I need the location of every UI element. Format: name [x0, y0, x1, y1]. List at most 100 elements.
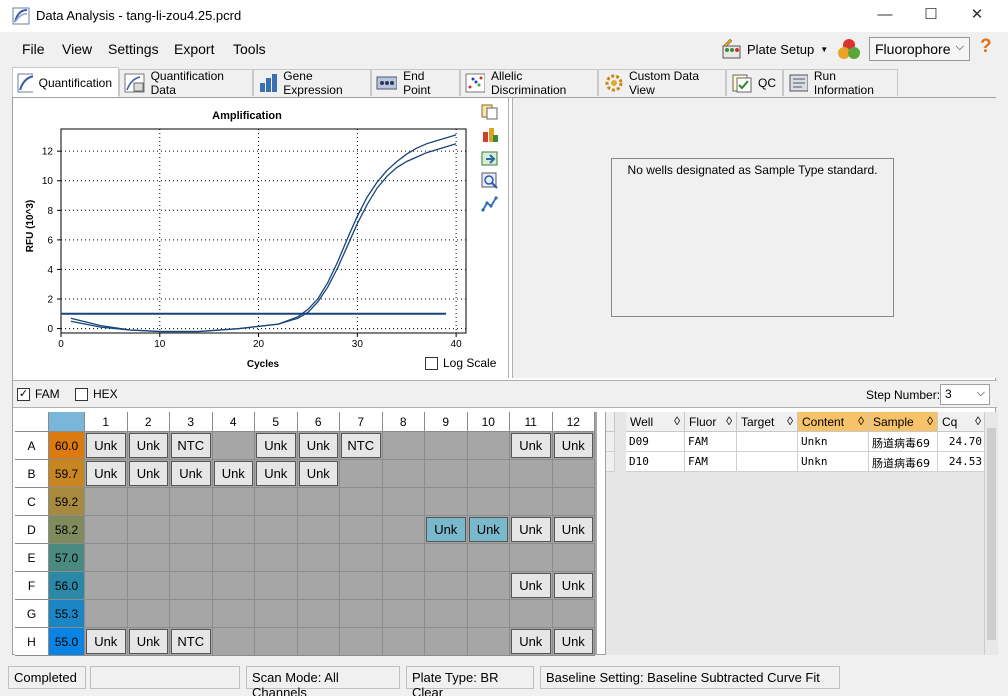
well-B4[interactable]: Unk [213, 461, 253, 486]
plate-well[interactable] [510, 600, 553, 628]
plate-well[interactable]: Unk [127, 460, 170, 488]
plate-well[interactable]: Unk [297, 432, 340, 460]
plate-well[interactable]: Unk [170, 460, 213, 488]
plate-well[interactable] [467, 572, 510, 600]
close-button[interactable]: ✕ [954, 0, 1000, 30]
menu-view[interactable]: View [62, 41, 92, 57]
column-header-well[interactable]: Well ◊ [626, 412, 685, 432]
fluorophore-select[interactable]: Fluorophore ⌵ [869, 37, 970, 61]
plate-well[interactable] [510, 460, 553, 488]
well-F11[interactable]: Unk [511, 573, 551, 598]
well-D10[interactable]: Unk [468, 517, 508, 542]
table-cell-fluor[interactable]: FAM [685, 452, 737, 472]
plate-well[interactable]: Unk [510, 628, 553, 656]
well-B6[interactable]: Unk [298, 461, 338, 486]
plate-well[interactable] [127, 572, 170, 600]
tab-qc[interactable]: QC [726, 69, 783, 96]
plate-column-header[interactable]: 6 [297, 412, 340, 432]
plate-well[interactable] [212, 516, 255, 544]
well-H11[interactable]: Unk [511, 629, 551, 654]
plate-well[interactable] [127, 488, 170, 516]
chart-colors-icon[interactable] [481, 126, 499, 144]
plate-well[interactable] [85, 572, 128, 600]
plate-well[interactable]: Unk [297, 460, 340, 488]
plate-column-header[interactable]: 9 [425, 412, 468, 432]
plate-well[interactable] [212, 544, 255, 572]
plate-well[interactable] [425, 544, 468, 572]
row-selector[interactable] [606, 452, 615, 472]
plate-well[interactable] [85, 600, 128, 628]
plate-well[interactable]: Unk [552, 628, 595, 656]
plate-well[interactable] [170, 544, 213, 572]
plate-well[interactable] [467, 544, 510, 572]
plate-row-header[interactable]: D [15, 516, 49, 544]
well-D11[interactable]: Unk [511, 517, 551, 542]
plate-well[interactable] [340, 572, 383, 600]
menu-export[interactable]: Export [174, 41, 214, 57]
well-A11[interactable]: Unk [511, 433, 551, 458]
well-A2[interactable]: Unk [128, 433, 168, 458]
plate-well[interactable]: NTC [170, 432, 213, 460]
plate-well[interactable] [510, 544, 553, 572]
step-number-select[interactable]: 3 ⌵ [940, 384, 990, 405]
sort-icon[interactable]: ◊ [787, 414, 793, 428]
trace-styles-icon[interactable] [481, 195, 499, 213]
plate-well[interactable] [297, 516, 340, 544]
column-header-fluor[interactable]: Fluor ◊ [685, 412, 737, 432]
plate-column-header[interactable]: 1 [85, 412, 128, 432]
column-header-cq[interactable]: Cq ◊ [938, 412, 986, 432]
plate-well[interactable] [552, 460, 595, 488]
plate-well[interactable] [255, 572, 298, 600]
plate-well[interactable] [425, 488, 468, 516]
plate-well[interactable] [382, 544, 425, 572]
sort-icon[interactable]: ◊ [975, 414, 981, 428]
export-chart-icon[interactable] [481, 149, 499, 167]
plate-well[interactable] [297, 628, 340, 656]
plate-well[interactable] [255, 488, 298, 516]
plate-setup-button[interactable]: Plate Setup ▼ [720, 36, 828, 62]
plate-well[interactable] [340, 600, 383, 628]
fluorophore-colors-icon[interactable] [836, 37, 862, 61]
well-D9[interactable]: Unk [426, 517, 466, 542]
well-B5[interactable]: Unk [256, 461, 296, 486]
plate-column-header[interactable]: 12 [552, 412, 595, 432]
plate-well[interactable] [340, 460, 383, 488]
plate-well[interactable] [297, 572, 340, 600]
plate-well[interactable] [127, 544, 170, 572]
table-cell-cq[interactable]: 24.53 [938, 452, 986, 472]
plate-well[interactable] [382, 600, 425, 628]
well-H1[interactable]: Unk [86, 629, 126, 654]
well-H2[interactable]: Unk [128, 629, 168, 654]
plate-column-header[interactable]: 3 [170, 412, 213, 432]
plate-well[interactable] [467, 460, 510, 488]
hex-toggle[interactable]: HEX [75, 387, 118, 401]
plate-well[interactable]: Unk [425, 516, 468, 544]
plate-well[interactable] [212, 600, 255, 628]
minimize-button[interactable]: — [862, 0, 908, 30]
plate-well[interactable] [382, 572, 425, 600]
sort-icon[interactable]: ◊ [858, 414, 864, 428]
plate-well[interactable]: Unk [552, 572, 595, 600]
plate-well[interactable] [340, 544, 383, 572]
plate-well[interactable] [382, 460, 425, 488]
plate-well[interactable] [85, 544, 128, 572]
table-scrollbar[interactable] [984, 412, 998, 655]
table-cell-target[interactable] [737, 452, 798, 472]
plate-well[interactable]: Unk [127, 628, 170, 656]
plate-well[interactable] [467, 432, 510, 460]
well-A1[interactable]: Unk [86, 433, 126, 458]
plate-well[interactable] [127, 516, 170, 544]
plate-well[interactable] [340, 628, 383, 656]
table-cell-sample[interactable]: 肠道病毒69 [869, 432, 938, 452]
plate-well[interactable] [297, 600, 340, 628]
plate-well[interactable] [382, 628, 425, 656]
plate-well[interactable]: Unk [85, 432, 128, 460]
well-F12[interactable]: Unk [553, 573, 593, 598]
scrollbar-thumb[interactable] [987, 428, 996, 640]
plate-well[interactable] [425, 572, 468, 600]
column-header-content[interactable]: Content ◊ [798, 412, 869, 432]
plate-well[interactable] [212, 432, 255, 460]
log-scale-toggle[interactable]: Log Scale [425, 356, 496, 370]
sort-icon[interactable]: ◊ [927, 414, 933, 428]
plate-well[interactable]: NTC [170, 628, 213, 656]
